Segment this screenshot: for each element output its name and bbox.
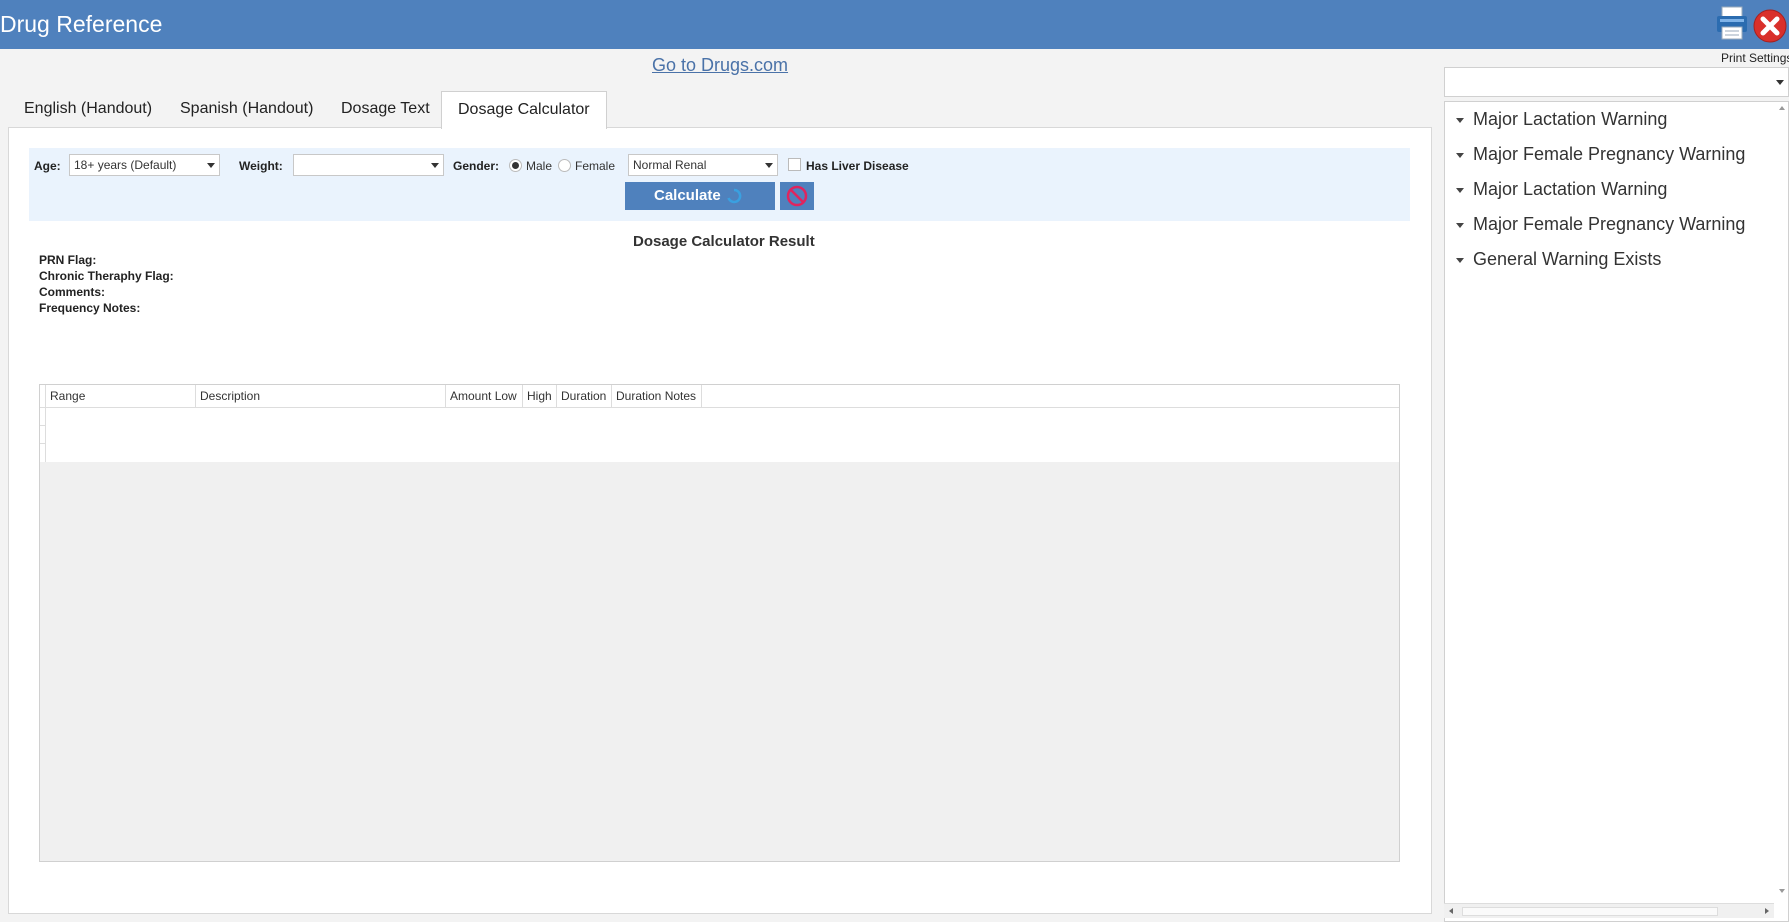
chevron-down-icon	[1776, 80, 1784, 85]
column-header[interactable]: Range	[46, 385, 196, 408]
table-header: Range Description Amount Low High Durati…	[40, 385, 1399, 408]
warning-label: Major Female Pregnancy Warning	[1473, 144, 1746, 164]
close-button[interactable]	[1752, 8, 1788, 44]
scroll-up-arrow-icon[interactable]	[1779, 106, 1785, 110]
prn-flag-label: PRN Flag:	[39, 253, 97, 267]
expand-arrow-icon[interactable]	[1456, 258, 1464, 263]
age-label: Age:	[34, 159, 61, 173]
window-title: Drug Reference	[0, 11, 163, 37]
printer-icon	[1717, 6, 1747, 40]
tab-dosage-calculator[interactable]: Dosage Calculator	[441, 91, 607, 129]
horizontal-scrollbar[interactable]	[1444, 903, 1774, 918]
warning-label: Major Lactation Warning	[1473, 179, 1668, 199]
close-icon	[1753, 9, 1787, 43]
warning-label: Major Lactation Warning	[1473, 109, 1668, 129]
warning-filter-dropdown[interactable]	[1444, 67, 1789, 97]
chronic-therapy-flag-label: Chronic Theraphy Flag:	[39, 269, 174, 283]
warning-label: General Warning Exists	[1473, 249, 1662, 269]
result-title: Dosage Calculator Result	[633, 233, 815, 250]
renal-value: Normal Renal	[633, 158, 707, 172]
calculate-button[interactable]: Calculate	[625, 182, 775, 210]
drugs-com-link[interactable]: Go to Drugs.com	[652, 55, 788, 76]
renal-dropdown[interactable]: Normal Renal	[628, 154, 778, 176]
liver-disease-label: Has Liver Disease	[806, 159, 909, 173]
liver-disease-checkbox[interactable]	[788, 158, 801, 171]
scroll-down-arrow-icon[interactable]	[1779, 889, 1785, 893]
weight-dropdown[interactable]	[293, 154, 444, 176]
weight-label: Weight:	[239, 159, 283, 173]
age-value: 18+ years (Default)	[74, 158, 177, 172]
tab-english-handout[interactable]: English (Handout)	[8, 91, 168, 127]
warnings-list: Major Lactation Warning Major Female Pre…	[1444, 101, 1789, 922]
title-bar: Drug Reference	[0, 0, 1789, 49]
print-button[interactable]	[1715, 5, 1749, 41]
column-header[interactable]: Amount Low	[446, 385, 523, 408]
column-header[interactable]: High	[523, 385, 557, 408]
gender-female-radio[interactable]	[558, 159, 571, 172]
table-body	[40, 408, 1399, 462]
expand-arrow-icon[interactable]	[1456, 118, 1464, 123]
column-header[interactable]: Duration	[557, 385, 612, 408]
chevron-down-icon	[431, 163, 439, 168]
gender-female-label: Female	[575, 159, 616, 173]
tab-spanish-handout[interactable]: Spanish (Handout)	[164, 91, 329, 127]
expand-arrow-icon[interactable]	[1456, 223, 1464, 228]
cancel-button[interactable]	[780, 182, 814, 210]
column-header[interactable]: Description	[196, 385, 446, 408]
print-settings-label[interactable]: Print Settings	[1721, 51, 1789, 65]
comments-label: Comments:	[39, 285, 106, 299]
refresh-spinner-icon	[727, 188, 742, 204]
scroll-right-arrow-icon[interactable]	[1765, 908, 1769, 914]
row-header	[40, 408, 46, 462]
column-header[interactable]: Duration Notes	[612, 385, 702, 408]
age-dropdown[interactable]: 18+ years (Default)	[69, 154, 220, 176]
tab-dosage-text[interactable]: Dosage Text	[325, 91, 446, 127]
chevron-down-icon	[765, 163, 773, 168]
frequency-notes-label: Frequency Notes:	[39, 301, 141, 315]
expand-arrow-icon[interactable]	[1456, 188, 1464, 193]
scroll-left-arrow-icon[interactable]	[1449, 908, 1453, 914]
warning-label: Major Female Pregnancy Warning	[1473, 214, 1746, 234]
expand-arrow-icon[interactable]	[1456, 153, 1464, 158]
prohibited-icon	[786, 185, 808, 207]
gender-male-radio[interactable]	[509, 159, 522, 172]
gender-label: Gender:	[453, 159, 500, 173]
chevron-down-icon	[207, 163, 215, 168]
scrollbar-thumb[interactable]	[1462, 907, 1718, 916]
gender-male-label: Male	[526, 159, 553, 173]
dosage-table[interactable]: Range Description Amount Low High Durati…	[39, 384, 1400, 862]
calculate-label: Calculate	[654, 187, 721, 204]
